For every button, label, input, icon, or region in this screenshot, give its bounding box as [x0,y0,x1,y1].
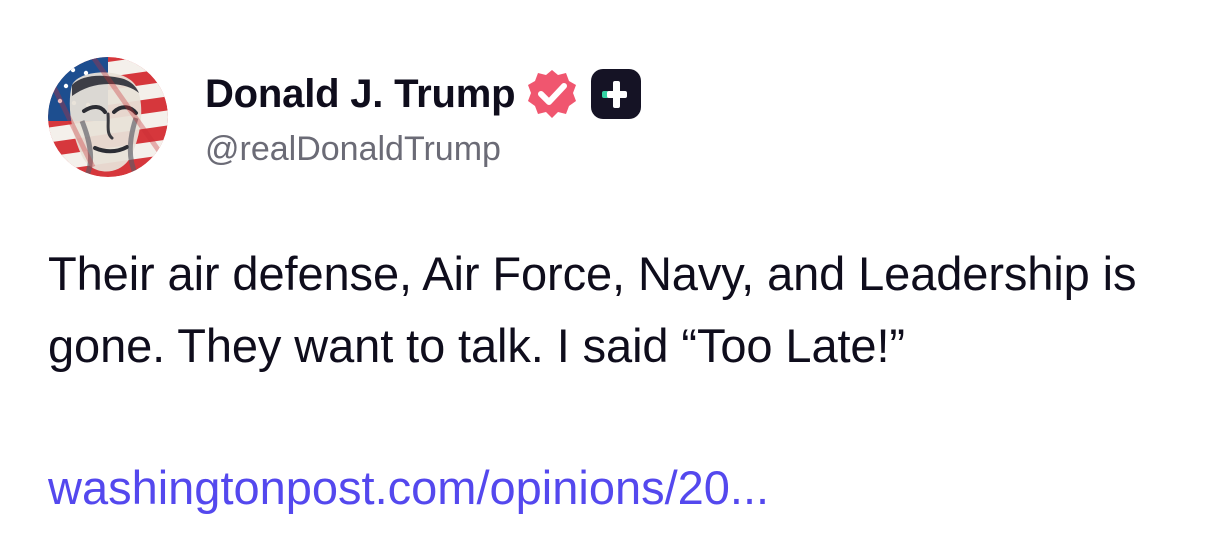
author-info: Donald J. Trump @realDonaldTrump [205,66,905,169]
profile-avatar[interactable] [48,57,168,177]
post-card: Donald J. Trump @realDonaldTrump Their a… [0,0,1206,541]
author-handle[interactable]: @realDonaldTrump [205,130,905,169]
verified-check-badge-icon [525,67,579,121]
author-display-name[interactable]: Donald J. Trump [205,72,516,117]
flag-portrait-avatar-icon [48,57,168,177]
post-link[interactable]: washingtonpost.com/opinions/20... [48,452,769,524]
author-name-row: Donald J. Trump [205,66,905,122]
post-text: Their air defense, Air Force, Navy, and … [48,247,1137,372]
plus-square-badge-icon[interactable] [589,67,643,121]
